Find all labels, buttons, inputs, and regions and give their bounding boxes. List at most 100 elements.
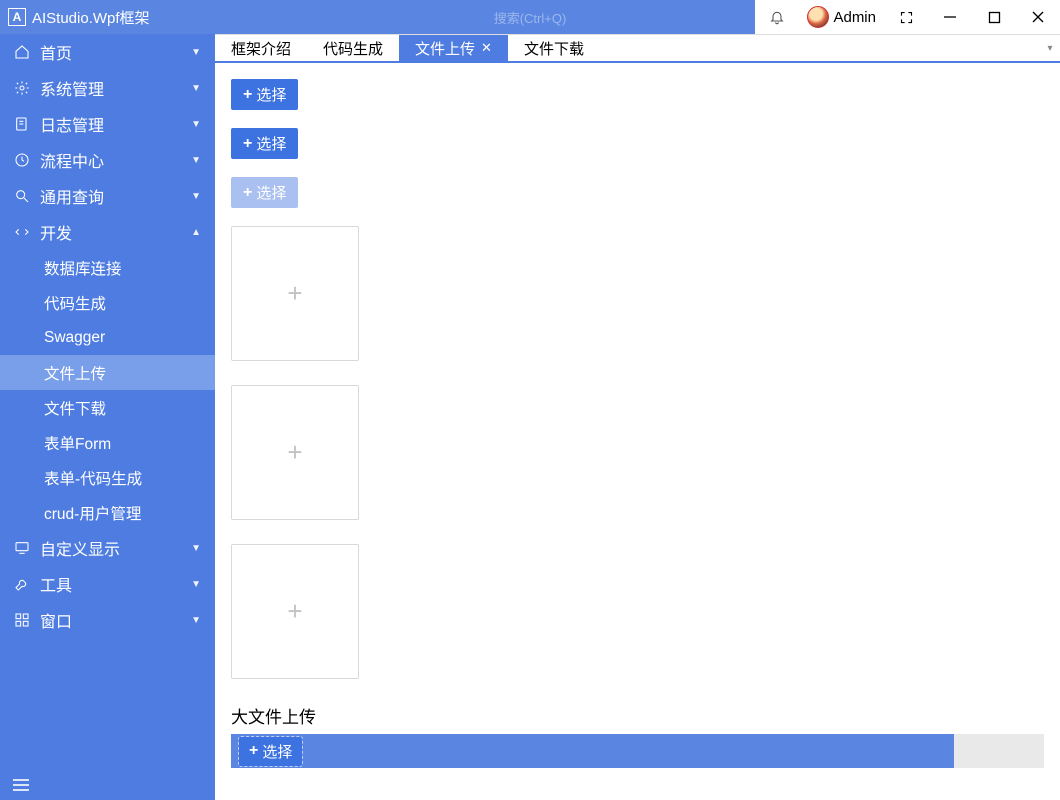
big-upload-bar: +选择 <box>231 734 1044 768</box>
sidebar-sub-db-connect[interactable]: 数据库连接 <box>0 250 215 285</box>
plus-icon: + <box>287 437 302 468</box>
button-label: 选择 <box>256 182 286 203</box>
chevron-down-icon: ▼ <box>191 579 201 590</box>
sidebar-item-label: 表单Form <box>44 432 111 454</box>
app-title: AIStudio.Wpf框架 <box>32 7 150 28</box>
home-icon <box>14 44 30 60</box>
search-icon <box>14 188 30 204</box>
chevron-down-icon: ▼ <box>191 155 201 166</box>
chevron-down-icon: ▼ <box>191 191 201 202</box>
big-upload-progress: +选择 <box>231 734 954 768</box>
sidebar-collapse-button[interactable] <box>12 778 30 792</box>
select-button-3[interactable]: +选择 <box>231 177 298 208</box>
code-icon <box>14 224 30 240</box>
upload-dropzone-1[interactable]: + <box>231 226 359 361</box>
sidebar-sub-codegen[interactable]: 代码生成 <box>0 285 215 320</box>
chevron-down-icon: ▼ <box>191 119 201 130</box>
gear-icon <box>14 80 30 96</box>
monitor-icon <box>14 540 30 556</box>
wrench-icon <box>14 576 30 592</box>
tab-upload[interactable]: 文件上传 ✕ <box>399 35 508 61</box>
tab-overflow-button[interactable]: ▾ <box>1040 35 1060 61</box>
big-upload-label: 大文件上传 <box>231 703 1044 728</box>
maximize-button[interactable] <box>972 0 1016 34</box>
app-logo: A <box>8 8 26 26</box>
sidebar-item-query[interactable]: 通用查询 ▼ <box>0 178 215 214</box>
sidebar-item-label: 系统管理 <box>40 76 104 100</box>
sidebar-item-label: 开发 <box>40 220 72 244</box>
search-input[interactable]: 搜索(Ctrl+Q) <box>482 5 579 30</box>
sidebar-sub-form[interactable]: 表单Form <box>0 425 215 460</box>
tab-codegen[interactable]: 代码生成 <box>307 35 399 61</box>
upload-dropzone-2[interactable]: + <box>231 385 359 520</box>
fullscreen-icon <box>899 10 914 25</box>
sidebar-item-label: Swagger <box>44 329 105 347</box>
sidebar-item-home[interactable]: 首页 ▼ <box>0 34 215 70</box>
select-button-2[interactable]: +选择 <box>231 128 298 159</box>
close-button[interactable] <box>1016 0 1060 34</box>
minimize-button[interactable] <box>928 0 972 34</box>
sidebar-item-label: 首页 <box>40 40 72 64</box>
sidebar-item-label: crud-用户管理 <box>44 502 141 524</box>
sidebar-item-label: 代码生成 <box>44 292 106 314</box>
sidebar-item-label: 自定义显示 <box>40 536 120 560</box>
plus-icon: + <box>243 185 252 201</box>
sidebar-item-label: 数据库连接 <box>44 257 122 279</box>
sidebar-item-logs[interactable]: 日志管理 ▼ <box>0 106 215 142</box>
notifications-button[interactable] <box>755 0 799 34</box>
sidebar-item-label: 流程中心 <box>40 148 104 172</box>
plus-icon: + <box>243 87 252 103</box>
clock-icon <box>14 152 30 168</box>
user-menu[interactable]: Admin <box>799 6 884 28</box>
button-label: 选择 <box>256 133 286 154</box>
tab-label: 文件下载 <box>524 38 584 59</box>
sidebar-sub-swagger[interactable]: Swagger <box>0 320 215 355</box>
sidebar-item-system[interactable]: 系统管理 ▼ <box>0 70 215 106</box>
button-label: 选择 <box>262 741 292 762</box>
menu-icon <box>12 778 30 792</box>
chevron-down-icon: ▼ <box>191 83 201 94</box>
plus-icon: + <box>243 136 252 152</box>
chevron-up-icon: ▲ <box>191 227 201 238</box>
sidebar-item-tools[interactable]: 工具 ▼ <box>0 566 215 602</box>
upload-dropzone-3[interactable]: + <box>231 544 359 679</box>
big-upload-select-button[interactable]: +选择 <box>239 737 302 766</box>
tab-label: 框架介绍 <box>231 38 291 59</box>
sidebar-sub-crud-users[interactable]: crud-用户管理 <box>0 495 215 530</box>
tab-label: 代码生成 <box>323 38 383 59</box>
grid-icon <box>14 612 30 628</box>
sidebar-item-label: 通用查询 <box>40 184 104 208</box>
plus-icon: + <box>249 743 258 759</box>
sidebar-item-label: 工具 <box>40 572 72 596</box>
tab-label: 文件上传 <box>415 38 475 59</box>
content-area: +选择 +选择 +选择 + + + 大文件上传 +选择 <box>215 63 1060 800</box>
tab-download[interactable]: 文件下载 <box>508 35 600 61</box>
tab-framework-intro[interactable]: 框架介绍 <box>215 35 307 61</box>
sidebar-sub-form-codegen[interactable]: 表单-代码生成 <box>0 460 215 495</box>
tab-bar: 框架介绍 代码生成 文件上传 ✕ 文件下载 ▾ <box>215 35 1060 63</box>
chevron-down-icon: ▼ <box>191 543 201 554</box>
plus-icon: + <box>287 278 302 309</box>
chevron-down-icon: ▼ <box>191 47 201 58</box>
sidebar: 首页 ▼ 系统管理 ▼ 日志管理 ▼ 流程中心 ▼ 通用查询 ▼ 开发 ▲ 数据… <box>0 34 215 800</box>
sidebar-sub-download[interactable]: 文件下载 <box>0 390 215 425</box>
big-upload-remainder <box>954 734 1044 768</box>
sidebar-item-window[interactable]: 窗口 ▼ <box>0 602 215 638</box>
select-button-1[interactable]: +选择 <box>231 79 298 110</box>
sidebar-item-custom-display[interactable]: 自定义显示 ▼ <box>0 530 215 566</box>
chevron-down-icon: ▼ <box>191 615 201 626</box>
sidebar-item-workflow[interactable]: 流程中心 ▼ <box>0 142 215 178</box>
log-icon <box>14 116 30 132</box>
user-name: Admin <box>833 9 876 26</box>
close-icon[interactable]: ✕ <box>481 40 492 56</box>
bell-icon <box>769 9 785 25</box>
sidebar-sub-upload[interactable]: 文件上传 <box>0 355 215 390</box>
button-label: 选择 <box>256 84 286 105</box>
maximize-icon <box>988 11 1001 24</box>
plus-icon: + <box>287 596 302 627</box>
main-area: 框架介绍 代码生成 文件上传✕ 文件下载 ▾ +选择 +选择 +选择 + + +… <box>215 34 1060 800</box>
avatar <box>807 6 829 28</box>
sidebar-item-dev[interactable]: 开发 ▲ <box>0 214 215 250</box>
sidebar-item-label: 文件上传 <box>44 362 106 384</box>
fullscreen-button[interactable] <box>884 0 928 34</box>
